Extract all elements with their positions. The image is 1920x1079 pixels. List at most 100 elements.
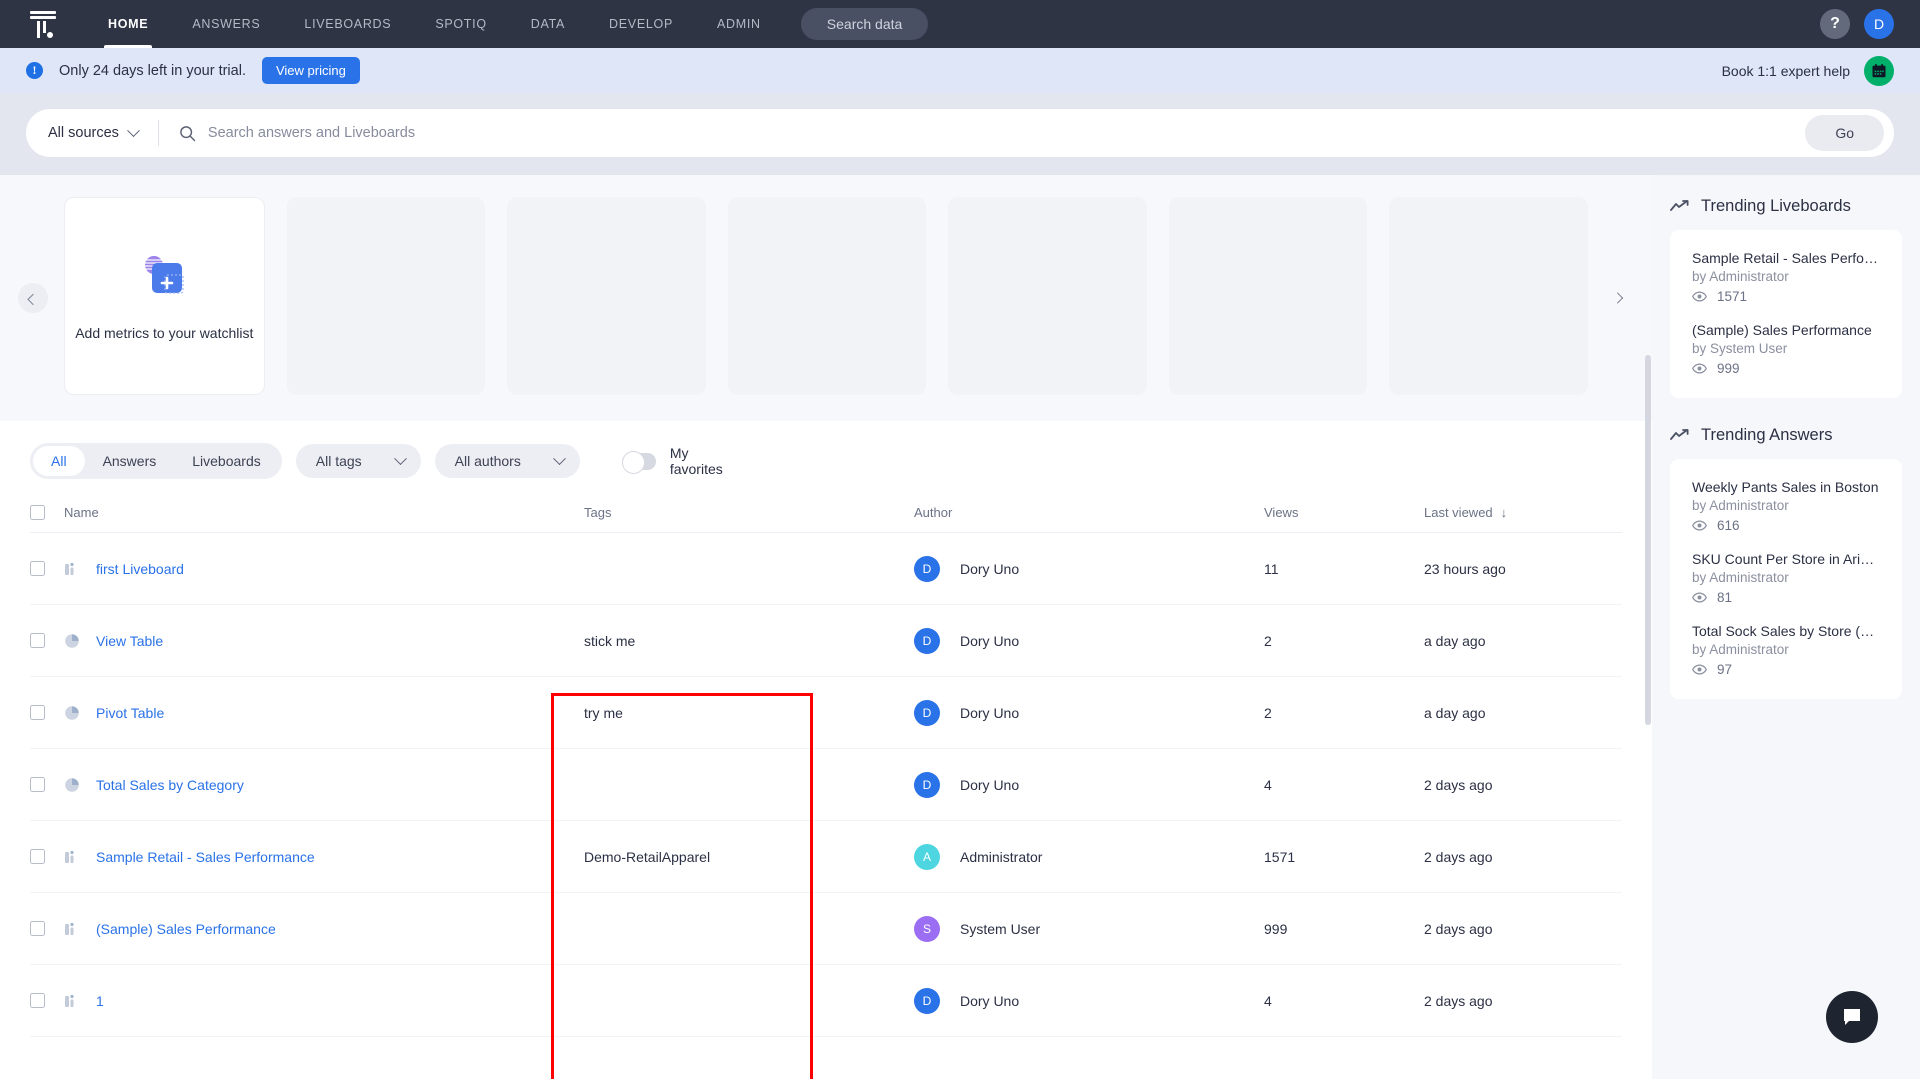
nav-item-spotiq[interactable]: SPOTIQ [413,0,508,48]
chat-bubble-icon[interactable] [1826,991,1878,1043]
row-name-link[interactable]: 1 [96,993,104,1009]
row-name-link[interactable]: Total Sales by Category [96,777,244,793]
filter-tab-liveboards[interactable]: Liveboards [174,446,279,476]
liveboard-icon [64,993,80,1009]
row-name-cell: View Table [64,633,584,649]
trending-item-title[interactable]: SKU Count Per Store in Arizona [1692,551,1880,567]
main-scrollbar[interactable] [1645,175,1651,1079]
table-row[interactable]: Sample Retail - Sales Performance Demo-Re… [30,821,1622,893]
trending-liveboards-card: Sample Retail - Sales Perfor… by Adminis… [1670,230,1902,398]
user-avatar[interactable]: D [1864,9,1894,39]
top-navigation-bar: HOME ANSWERS LIVEBOARDS SPOTIQ DATA DEVE… [0,0,1920,48]
view-pricing-button[interactable]: View pricing [261,57,360,84]
trending-liveboard-item[interactable]: (Sample) Sales Performance by System Use… [1692,322,1880,376]
trending-answer-item[interactable]: Weekly Pants Sales in Boston by Administ… [1692,479,1880,533]
add-metrics-card[interactable]: Add metrics to your watchlist [64,197,265,395]
row-last-viewed-cell: 2 days ago [1424,920,1493,937]
type-segmented-control: All Answers Liveboards [30,443,282,479]
trending-item-title[interactable]: Total Sock Sales by Store (Ca… [1692,623,1880,639]
row-name-link[interactable]: (Sample) Sales Performance [96,921,276,937]
authors-filter-dropdown[interactable]: All authors [434,444,580,478]
row-checkbox[interactable] [30,705,45,720]
row-select-cell [30,777,64,792]
row-checkbox[interactable] [30,993,45,1008]
trending-item-views: 97 [1692,662,1880,677]
column-header-name[interactable]: Name [64,505,584,520]
column-header-author[interactable]: Author [914,505,1264,520]
watchlist-placeholder-card[interactable] [1389,197,1589,395]
table-row[interactable]: Pivot Table try me D Dory Uno 2 a day ago [30,677,1622,749]
answer-chart-icon [64,777,80,793]
trending-item-title[interactable]: Weekly Pants Sales in Boston [1692,479,1880,495]
tags-filter-dropdown[interactable]: All tags [295,444,421,478]
filter-tab-answers[interactable]: Answers [85,446,175,476]
book-expert-help-link[interactable]: Book 1:1 expert help [1722,63,1850,79]
row-name-link[interactable]: Sample Retail - Sales Performance [96,849,315,865]
add-metric-icon [135,251,193,307]
column-header-tags[interactable]: Tags [584,505,914,520]
watchlist-placeholder-card[interactable] [727,197,927,395]
search-go-button[interactable]: Go [1805,115,1884,151]
nav-item-liveboards[interactable]: LIVEBOARDS [282,0,413,48]
nav-item-home[interactable]: HOME [86,0,170,48]
trending-item-title[interactable]: Sample Retail - Sales Perfor… [1692,250,1880,266]
trending-answers-card: Weekly Pants Sales in Boston by Administ… [1670,459,1902,699]
table-row[interactable]: first Liveboard D Dory Uno 11 23 hours ago [30,533,1622,605]
scrollbar-thumb[interactable] [1645,355,1651,725]
table-header-row: Name Tags Author Views Last viewed ↓ [30,493,1622,533]
row-checkbox[interactable] [30,777,45,792]
source-selector[interactable]: All sources [26,120,159,146]
row-name-link[interactable]: first Liveboard [96,561,184,577]
trending-sidebar: Trending Liveboards Sample Retail - Sale… [1652,175,1920,1079]
filter-tab-all[interactable]: All [33,446,85,476]
select-all-checkbox[interactable] [30,505,45,520]
table-row[interactable]: (Sample) Sales Performance S System User 99… [30,893,1622,965]
calendar-icon[interactable] [1864,55,1894,86]
nav-right-actions: ? D [1820,0,1920,48]
watchlist-placeholder-card[interactable] [286,197,486,395]
row-name-link[interactable]: View Table [96,633,163,649]
table-row[interactable]: 1 D Dory Uno 4 2 days ago [30,965,1622,1037]
row-last-viewed-cell: 2 days ago [1424,776,1493,793]
sort-descending-icon: ↓ [1500,505,1508,520]
nav-item-answers[interactable]: ANSWERS [170,0,282,48]
chevron-down-icon [552,451,566,465]
watchlist-placeholder-card[interactable] [1168,197,1368,395]
trending-item-title[interactable]: (Sample) Sales Performance [1692,322,1880,338]
source-selector-label: All sources [48,125,119,141]
row-checkbox[interactable] [30,849,45,864]
my-favorites-toggle[interactable] [621,450,656,474]
row-checkbox[interactable] [30,633,45,648]
row-tags-cell: stick me [584,632,636,649]
content-filter-bar: All Answers Liveboards All tags All auth… [0,421,1652,493]
liveboard-icon [64,849,80,865]
watchlist-next-button[interactable] [1604,283,1634,313]
watchlist-placeholder-card[interactable] [948,197,1147,395]
chevron-down-icon [393,451,407,465]
nav-item-develop[interactable]: DEVELOP [587,0,695,48]
row-author-name: Dory Uno [960,704,1020,721]
watchlist-prev-button[interactable] [18,283,48,313]
row-name-link[interactable]: Pivot Table [96,705,164,721]
search-input[interactable] [207,125,1806,141]
chevron-left-icon [27,293,39,306]
column-header-last-viewed[interactable]: Last viewed ↓ [1424,505,1622,520]
help-icon[interactable]: ? [1820,9,1850,39]
watchlist-placeholder-card[interactable] [507,197,706,395]
row-checkbox[interactable] [30,561,45,576]
app-logo[interactable] [0,0,86,48]
trending-answer-item[interactable]: SKU Count Per Store in Arizona by Admini… [1692,551,1880,605]
table-row[interactable]: View Table stick me D Dory Uno 2 a day ago [30,605,1622,677]
banner-right-group: Book 1:1 expert help [1722,55,1894,86]
nav-item-admin[interactable]: ADMIN [695,0,783,48]
nav-item-data[interactable]: DATA [509,0,587,48]
column-header-views[interactable]: Views [1264,505,1424,520]
table-row[interactable]: Total Sales by Category D Dory Uno 4 2 days … [30,749,1622,821]
row-author-name: Administrator [960,848,1043,865]
search-data-button[interactable]: Search data [800,8,929,40]
trending-liveboard-item[interactable]: Sample Retail - Sales Perfor… by Adminis… [1692,250,1880,304]
eye-icon [1692,664,1707,675]
trending-answer-item[interactable]: Total Sock Sales by Store (Ca… by Admini… [1692,623,1880,677]
row-author-cell: S System User [914,915,1264,942]
row-checkbox[interactable] [30,921,45,936]
